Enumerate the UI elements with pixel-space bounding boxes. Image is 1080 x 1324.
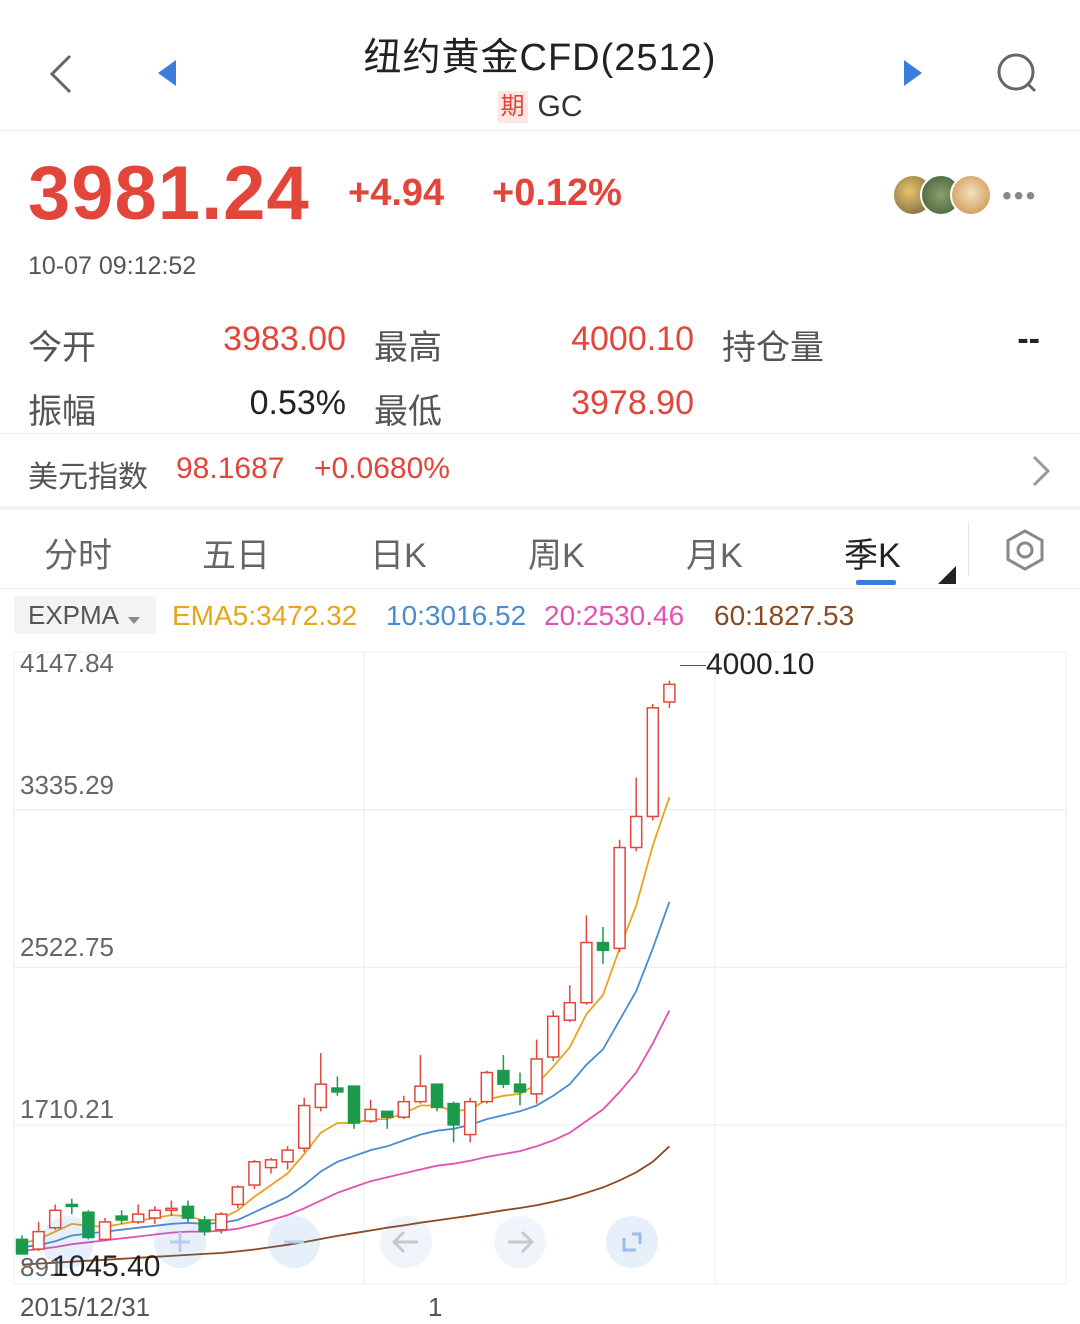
search-icon[interactable] — [994, 50, 1040, 96]
zoom-in-button[interactable] — [154, 1216, 206, 1268]
candle-up — [613, 839, 626, 953]
zoom-minus-button[interactable] — [268, 1216, 320, 1268]
candle-up — [629, 777, 643, 852]
tab-weekly[interactable]: 周K — [528, 528, 585, 577]
last-price: 3981.24 — [28, 151, 310, 236]
contract-code: 期 GC — [0, 90, 1080, 124]
candle-up — [663, 680, 676, 708]
y-tick-label: 1710.21 — [20, 1094, 114, 1124]
candle-up — [530, 1039, 543, 1104]
amplitude-value: 0.53% — [249, 384, 346, 422]
amplitude-label: 振幅 — [28, 393, 96, 431]
futures-badge: 期 — [497, 91, 528, 123]
open-label: 今开 — [28, 329, 96, 367]
active-tab-indicator — [856, 580, 896, 585]
candle-down — [380, 1110, 394, 1129]
candle-up — [231, 1185, 245, 1209]
candle-down — [430, 1083, 444, 1112]
candle-down — [115, 1210, 128, 1224]
open-interest-value: -- — [1017, 320, 1040, 358]
candle-up — [314, 1053, 328, 1112]
ema10-value: 10:3016.52 — [386, 600, 527, 631]
indicator-selector[interactable]: EXPMA — [14, 596, 156, 634]
open-interest-label: 持仓量 — [722, 329, 824, 367]
candle-up — [281, 1146, 294, 1170]
dollar-index-change: +0.0680% — [314, 452, 450, 485]
ema20-value: 20:2530.46 — [544, 600, 685, 631]
candle-up — [397, 1095, 411, 1120]
candle-down — [65, 1198, 79, 1215]
candle-down — [347, 1085, 361, 1129]
candle-up — [214, 1212, 228, 1234]
zoom-out-button[interactable] — [42, 1216, 94, 1268]
x-end-label: 1 — [428, 1292, 443, 1322]
candle-up — [414, 1055, 427, 1104]
candle-down — [331, 1076, 344, 1096]
candle-down — [596, 927, 610, 964]
candle-up — [248, 1159, 261, 1189]
dollar-index-row[interactable]: 美元指数 98.1687 +0.0680% — [0, 434, 1080, 506]
tab-monthly[interactable]: 月K — [686, 528, 743, 577]
caret-down-icon — [128, 612, 140, 630]
candle-up — [131, 1204, 145, 1224]
chart-frame — [13, 651, 1067, 1285]
candle-up — [264, 1157, 278, 1174]
candle-up — [480, 1070, 494, 1104]
next-contract-icon[interactable] — [902, 58, 924, 88]
y-tick-label: 4147.84 — [20, 648, 114, 678]
candle-up — [646, 703, 660, 821]
dollar-index-label: 美元指数 — [28, 461, 148, 494]
x-start-label: 2015/12/31 — [20, 1292, 151, 1322]
candle-down — [497, 1055, 510, 1089]
low-label: 最低 — [374, 393, 442, 431]
candle-up — [364, 1099, 377, 1123]
candle-up — [580, 915, 593, 1005]
tab-daily[interactable]: 日K — [370, 528, 427, 577]
candle-up — [563, 985, 577, 1023]
dollar-index-value: 98.1687 — [176, 452, 285, 485]
chart-settings-icon[interactable] — [1004, 528, 1046, 577]
high-value: 4000.10 — [571, 320, 694, 358]
indicator-name: EXPMA — [28, 600, 120, 630]
candle-down — [513, 1072, 527, 1106]
code-text: GC — [537, 90, 583, 123]
ema60-value: 60:1827.53 — [714, 600, 855, 631]
tab-quarterly[interactable]: 季K — [844, 528, 901, 577]
candle-down — [447, 1101, 460, 1143]
max-price-label: 4000.10 — [706, 648, 815, 681]
candle-up — [463, 1097, 477, 1143]
tab-intraday[interactable]: 分时 — [44, 528, 112, 577]
price-change-pct: +0.12% — [492, 172, 622, 214]
tab-5day[interactable]: 五日 — [202, 528, 270, 577]
ema60-line — [21, 1145, 671, 1266]
ema20-line — [21, 1010, 671, 1252]
ema10-line — [21, 901, 671, 1248]
ema5-value: EMA5:3472.32 — [172, 600, 358, 631]
low-value: 3978.90 — [571, 384, 694, 422]
candle-up — [546, 1010, 560, 1061]
candle-up — [297, 1097, 311, 1153]
chevron-right-icon — [1030, 454, 1052, 493]
fullscreen-button[interactable] — [606, 1216, 658, 1268]
candle-up — [165, 1200, 178, 1217]
period-dropdown-icon[interactable] — [938, 566, 956, 589]
scroll-right-button[interactable] — [494, 1216, 546, 1268]
candle-up — [98, 1218, 112, 1242]
high-label: 最高 — [374, 329, 442, 367]
avatar[interactable] — [950, 174, 992, 216]
scroll-left-button[interactable] — [380, 1216, 432, 1268]
quote-time: 10-07 09:12:52 — [28, 252, 197, 280]
more-icon[interactable]: ••• — [1002, 180, 1037, 212]
price-change: +4.94 — [348, 172, 445, 214]
max-price-marker: 4000.10 — [680, 648, 814, 682]
y-tick-label: 2522.75 — [20, 932, 114, 962]
open-value: 3983.00 — [223, 320, 346, 358]
y-tick-label: 3335.29 — [20, 770, 114, 800]
